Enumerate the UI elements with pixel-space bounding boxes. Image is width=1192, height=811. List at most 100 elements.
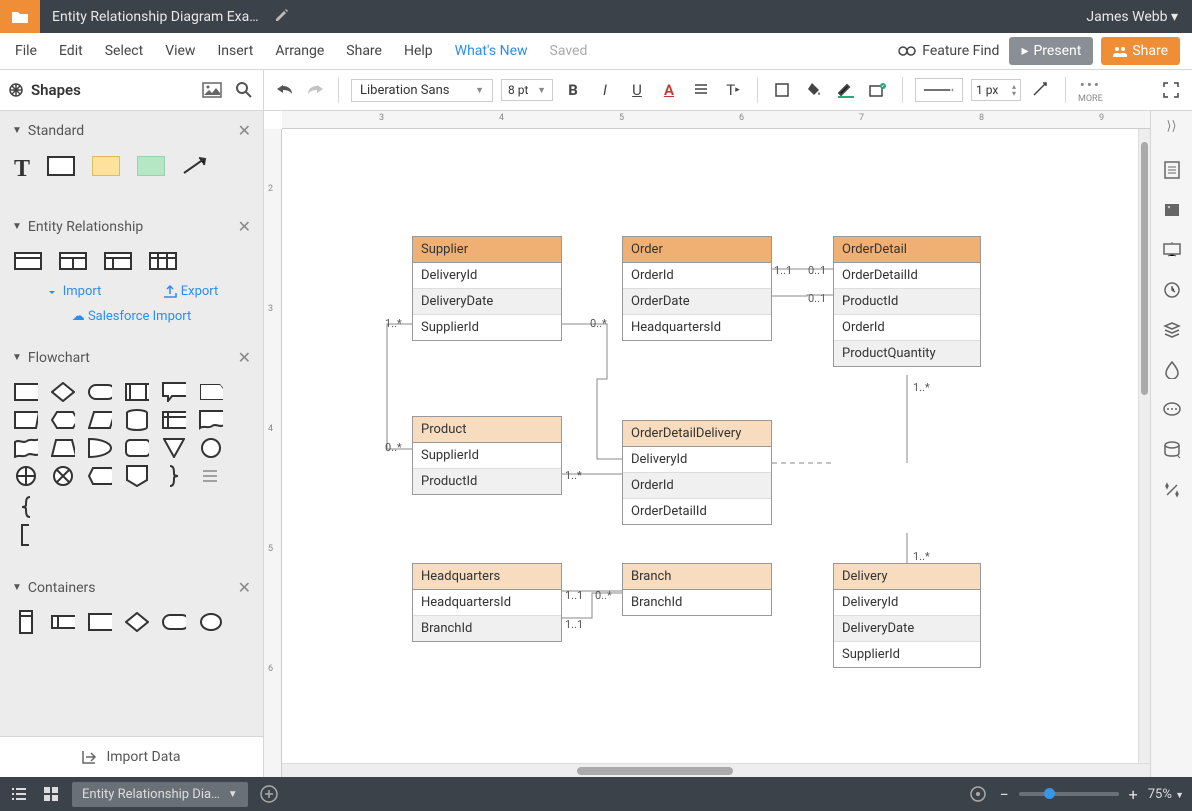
align-button[interactable] <box>689 78 713 102</box>
entity-orderdetail[interactable]: OrderDetailOrderDetailIdProductIdOrderId… <box>833 236 981 367</box>
entity-header[interactable]: OrderDetail <box>834 237 980 263</box>
rail-present-icon[interactable] <box>1162 240 1182 260</box>
entity-header[interactable]: OrderDetailDelivery <box>623 421 771 447</box>
fc-trap[interactable] <box>51 439 75 457</box>
bold-button[interactable]: B <box>561 78 585 102</box>
ct-5[interactable] <box>162 613 186 631</box>
pencil-icon[interactable] <box>275 8 289 26</box>
text-shape[interactable]: T <box>14 156 30 183</box>
panel-entity-header[interactable]: ▼Entity Relationship✕ <box>0 207 263 246</box>
line-width-select[interactable]: 1 px▴▾ <box>971 79 1021 101</box>
entity-field[interactable]: DeliveryId <box>413 263 561 289</box>
entity-orderdetaildelivery[interactable]: OrderDetailDeliveryDeliveryIdOrderIdOrde… <box>622 420 772 525</box>
fc-predef[interactable] <box>125 383 149 401</box>
panel-standard-header[interactable]: ▼Standard✕ <box>0 111 263 150</box>
panel-containers-header[interactable]: ▼Containers✕ <box>0 568 263 607</box>
font-select[interactable]: Liberation Sans▼ <box>351 79 493 102</box>
er-shape-2[interactable] <box>59 252 87 274</box>
fc-parallelogram[interactable] <box>88 411 112 429</box>
menu-select[interactable]: Select <box>94 43 154 59</box>
er-shape-1[interactable] <box>14 252 42 274</box>
entity-field[interactable]: ProductId <box>413 469 561 494</box>
entity-field[interactable]: SupplierId <box>834 642 980 667</box>
search-icon[interactable] <box>233 79 255 101</box>
border-color-button[interactable] <box>834 78 858 102</box>
font-size-select[interactable]: 8 pt▼ <box>501 79 553 101</box>
undo-icon[interactable] <box>274 79 296 101</box>
fc-doc[interactable] <box>199 411 223 429</box>
scrollbar-vertical[interactable] <box>1138 129 1150 763</box>
rect-shape[interactable] <box>47 156 75 176</box>
entity-field[interactable]: SupplierId <box>413 443 561 469</box>
ct-1[interactable] <box>14 613 38 631</box>
user-menu[interactable]: James Webb ▾ <box>1072 9 1192 25</box>
entity-field[interactable]: OrderId <box>623 263 771 289</box>
close-icon[interactable]: ✕ <box>238 217 251 236</box>
entity-header[interactable]: Branch <box>623 564 771 590</box>
entity-branch[interactable]: BranchBranchId <box>622 563 772 616</box>
entity-header[interactable]: Product <box>413 417 561 443</box>
fc-brace-r[interactable] <box>162 467 186 485</box>
fill-button[interactable] <box>802 78 826 102</box>
fc-roundrect[interactable] <box>125 439 149 457</box>
fc-or[interactable] <box>51 467 75 485</box>
target-icon[interactable] <box>967 783 989 805</box>
rail-comment-icon[interactable]: '' <box>1162 200 1182 220</box>
fc-manual[interactable] <box>14 411 38 429</box>
entity-field[interactable]: OrderId <box>834 315 980 341</box>
line-style-select[interactable] <box>915 78 963 102</box>
present-button[interactable]: ▸ Present <box>1009 37 1093 65</box>
fc-rect[interactable] <box>14 383 38 401</box>
entity-field[interactable]: OrderDetailId <box>834 263 980 289</box>
italic-button[interactable]: I <box>593 78 617 102</box>
er-shape-3[interactable] <box>104 252 132 274</box>
import-data-button[interactable]: Import Data <box>0 736 263 777</box>
rail-data-icon[interactable] <box>1162 440 1182 460</box>
menu-whats-new[interactable]: What's New <box>444 43 539 59</box>
fc-display[interactable] <box>88 467 112 485</box>
ct-4[interactable] <box>125 613 149 631</box>
close-icon[interactable]: ✕ <box>238 121 251 140</box>
add-page-icon[interactable] <box>258 783 280 805</box>
menu-help[interactable]: Help <box>393 43 444 59</box>
import-link[interactable]: Import <box>45 284 102 299</box>
line-tool-button[interactable] <box>1029 78 1053 102</box>
fc-callout[interactable] <box>162 383 186 401</box>
feature-find[interactable]: Feature Find <box>888 43 1009 59</box>
shape-tool-button[interactable] <box>770 78 794 102</box>
menu-edit[interactable]: Edit <box>48 43 94 59</box>
fc-merge[interactable] <box>162 439 186 457</box>
entity-header[interactable]: Supplier <box>413 237 561 263</box>
zoom-level[interactable]: 75% ▼ <box>1148 787 1184 802</box>
redo-icon[interactable] <box>304 79 326 101</box>
fc-and[interactable] <box>88 439 112 457</box>
entity-headquarters[interactable]: HeadquartersHeadquartersIdBranchId <box>412 563 562 642</box>
note-shape[interactable] <box>92 156 120 176</box>
page-tab[interactable]: Entity Relationship Dia…▼ <box>72 782 248 807</box>
entity-field[interactable]: DeliveryId <box>623 447 771 473</box>
fc-cylinder[interactable] <box>125 411 149 429</box>
entity-delivery[interactable]: DeliveryDeliveryIdDeliveryDateSupplierId <box>833 563 981 668</box>
entity-field[interactable]: SupplierId <box>413 315 561 340</box>
entity-product[interactable]: ProductSupplierIdProductId <box>412 416 562 495</box>
fc-sum[interactable] <box>14 467 38 485</box>
fc-circle[interactable] <box>199 439 223 457</box>
menu-share[interactable]: Share <box>335 43 393 59</box>
menu-view[interactable]: View <box>154 43 206 59</box>
entity-field[interactable]: HeadquartersId <box>413 590 561 616</box>
rail-magic-icon[interactable] <box>1162 480 1182 500</box>
entity-header[interactable]: Order <box>623 237 771 263</box>
entity-field[interactable]: DeliveryId <box>834 590 980 616</box>
fc-note[interactable] <box>199 467 223 485</box>
rail-layers-icon[interactable] <box>1162 320 1182 340</box>
menu-arrange[interactable]: Arrange <box>264 43 335 59</box>
fc-bracket[interactable] <box>14 526 38 544</box>
zoom-out-icon[interactable]: − <box>999 785 1008 804</box>
list-view-icon[interactable] <box>8 783 30 805</box>
ct-2[interactable] <box>51 613 75 631</box>
entity-field[interactable]: BranchId <box>623 590 771 615</box>
entity-field[interactable]: DeliveryDate <box>834 616 980 642</box>
entity-field[interactable]: ProductQuantity <box>834 341 980 366</box>
fc-hex[interactable] <box>51 411 75 429</box>
shape-options-button[interactable] <box>866 78 890 102</box>
